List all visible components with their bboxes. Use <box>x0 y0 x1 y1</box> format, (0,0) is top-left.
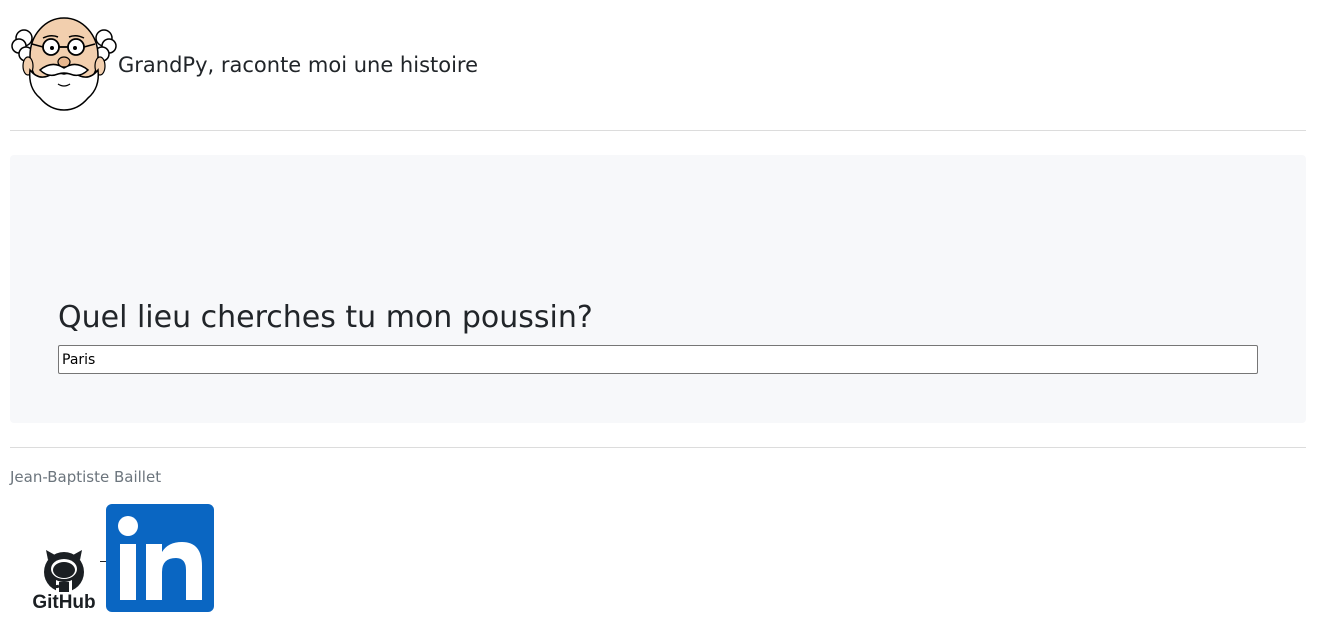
github-wordmark: GitHub <box>32 592 95 612</box>
linkedin-icon <box>106 504 214 612</box>
site-header: GrandPy, raconte moi une histoire <box>10 14 478 116</box>
github-link[interactable]: GitHub <box>28 526 100 613</box>
header-divider <box>10 130 1306 131</box>
github-icon: GitHub <box>32 550 96 613</box>
site-title: GrandPy, raconte moi une histoire <box>118 53 479 77</box>
grandpa-face-icon <box>11 17 117 111</box>
search-question: Quel lieu cherches tu mon poussin? <box>58 300 593 335</box>
footer-divider <box>10 447 1306 448</box>
linkedin-link[interactable] <box>106 504 214 612</box>
social-links: GitHub <box>28 504 214 613</box>
search-panel: Quel lieu cherches tu mon poussin? <box>10 155 1306 423</box>
place-search-input[interactable] <box>58 345 1258 374</box>
author-name: Jean-Baptiste Baillet <box>10 468 162 486</box>
